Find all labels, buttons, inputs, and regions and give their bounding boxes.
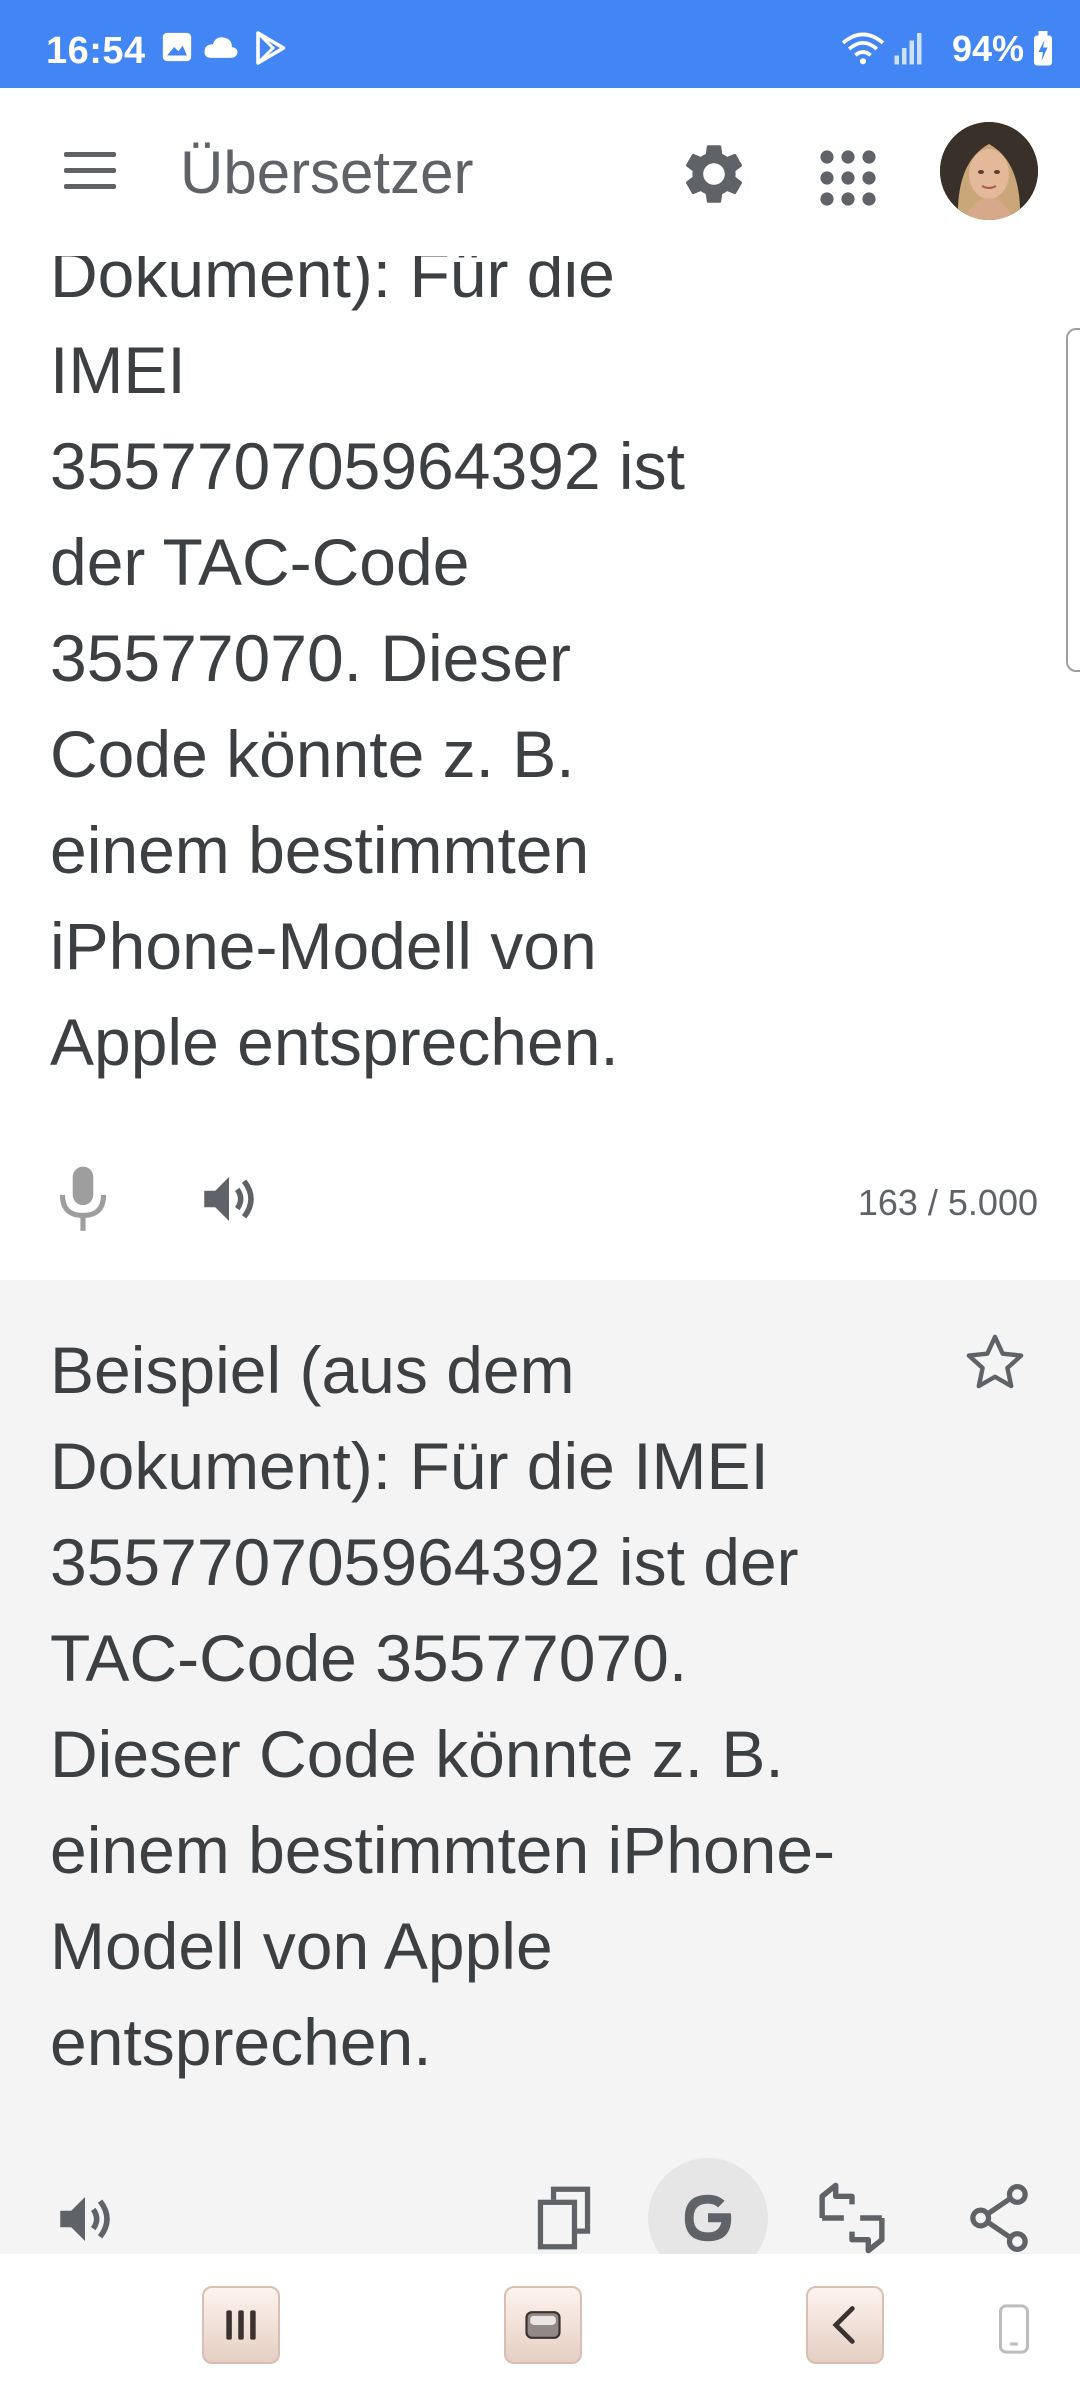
source-panel: Dokument): Für die IMEI 355770705964392 …	[0, 256, 1080, 1280]
battery-charging-icon	[1034, 31, 1052, 66]
apps-grid-icon[interactable]	[812, 142, 884, 214]
microphone-icon[interactable]	[52, 1164, 114, 1236]
back-button[interactable]	[806, 2286, 884, 2364]
app-bar: Übersetzer	[0, 88, 1080, 258]
battery-percent: 94%	[951, 28, 1024, 69]
source-text-input[interactable]: Dokument): Für die IMEI 355770705964392 …	[50, 256, 770, 1090]
translation-panel: Beispiel (aus dem Dokument): Für die IME…	[0, 1280, 1080, 2278]
profile-photo	[940, 122, 1038, 220]
speaker-icon[interactable]	[52, 2186, 118, 2252]
back-icon	[832, 2306, 855, 2344]
signal-icon	[894, 33, 922, 65]
status-bar: 16:54 94%	[0, 0, 1080, 88]
play-store-icon	[256, 31, 286, 65]
google-icon	[684, 2194, 732, 2242]
star-icon[interactable]	[962, 1330, 1028, 1396]
wifi-icon	[841, 32, 885, 65]
status-time: 16:54	[46, 30, 146, 72]
app-title: Übersetzer	[180, 139, 474, 206]
settings-gear-icon[interactable]	[678, 138, 750, 210]
account-avatar[interactable]	[940, 122, 1038, 220]
translation-text: Beispiel (aus dem Dokument): Für die IME…	[50, 1333, 836, 2079]
copy-icon[interactable]	[532, 2184, 596, 2252]
gallery-icon	[162, 32, 192, 62]
menu-icon[interactable]	[60, 146, 120, 196]
speaker-icon[interactable]	[196, 1166, 262, 1232]
scrollbar-handle[interactable]	[1066, 328, 1080, 672]
recents-button[interactable]	[202, 2286, 280, 2364]
cloud-icon	[204, 37, 238, 58]
home-icon	[525, 2311, 561, 2339]
home-button[interactable]	[504, 2286, 582, 2364]
rotate-icon[interactable]	[994, 2302, 1034, 2356]
character-count: 163 / 5.000	[857, 1182, 1038, 1223]
battery-indicator: 94%	[952, 28, 1054, 70]
navigation-bar	[0, 2254, 1080, 2400]
share-icon[interactable]	[966, 2184, 1032, 2252]
feedback-icon[interactable]	[814, 2180, 890, 2256]
recents-icon	[226, 2310, 256, 2340]
